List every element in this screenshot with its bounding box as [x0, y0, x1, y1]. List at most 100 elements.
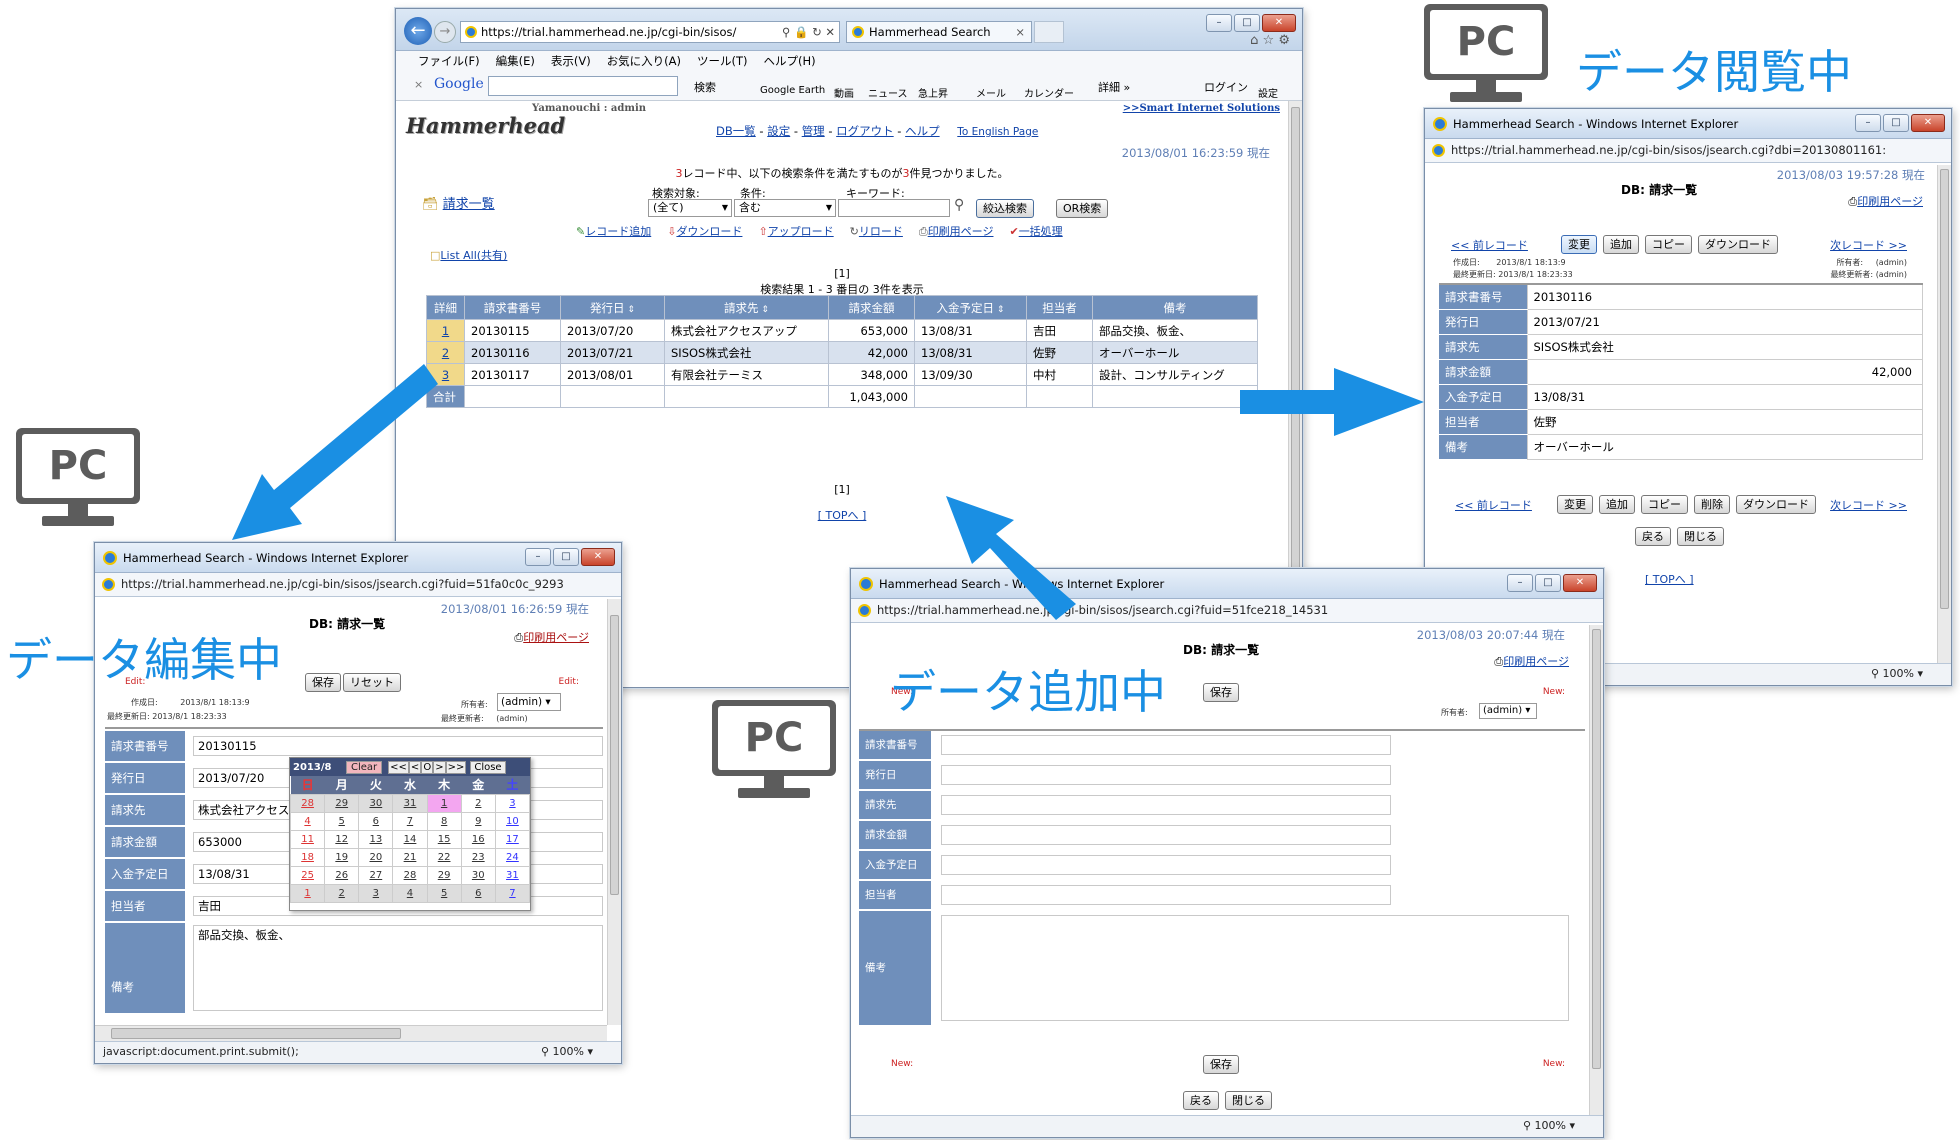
calendar-day[interactable]: 13 — [358, 829, 394, 849]
smart-solutions-link[interactable]: >>Smart Internet Solutions — [1123, 103, 1280, 114]
menu-file[interactable]: ファイル(F) — [418, 51, 480, 71]
change-button[interactable]: 変更 — [1561, 235, 1597, 254]
edit-hscrollbar[interactable] — [95, 1025, 607, 1041]
top-link[interactable]: [ TOPへ ] — [396, 507, 1288, 523]
list-all-link[interactable]: □List All(共有) — [430, 247, 507, 263]
toolbar-calendar[interactable]: カレンダー — [1024, 85, 1074, 100]
staff-input[interactable] — [941, 885, 1391, 905]
calendar-day[interactable]: 18 — [289, 847, 326, 867]
upload-action[interactable]: ⇧アップロード — [758, 223, 833, 239]
calendar-day[interactable]: 19 — [324, 847, 360, 867]
toolbar-more[interactable]: 詳細 » — [1098, 79, 1130, 95]
address-bar[interactable]: https://trial.hammerhead.ne.jp/cgi-bin/s… — [460, 21, 840, 43]
menu-favorites[interactable]: お気に入り(A) — [607, 51, 681, 71]
calendar-day[interactable]: 17 — [494, 829, 531, 849]
search-icon[interactable]: ⚲ — [954, 197, 964, 213]
download-button[interactable]: ダウンロード — [1736, 495, 1816, 514]
calendar-day[interactable]: 2 — [324, 883, 360, 903]
add-save-button[interactable]: 保存 — [1203, 683, 1239, 702]
db-title[interactable]: 🗃 請求一覧 — [422, 193, 495, 212]
calendar-day-today[interactable]: 1 — [426, 793, 462, 813]
calendar-day[interactable]: 1 — [289, 883, 326, 903]
delete-button[interactable]: 削除 — [1694, 495, 1730, 514]
add-scrollbar[interactable] — [1589, 625, 1603, 1115]
view-print-link[interactable]: ⎙印刷用ページ — [1848, 193, 1923, 209]
maximize-button[interactable]: □ — [553, 548, 579, 566]
calendar-day[interactable]: 28 — [289, 793, 326, 813]
calendar-day[interactable]: 4 — [392, 883, 428, 903]
back-button[interactable]: ← — [404, 17, 432, 45]
calendar-day[interactable]: 29 — [324, 793, 360, 813]
calendar-day[interactable]: 3 — [494, 793, 531, 813]
invoice-no-input[interactable]: 20130115 — [193, 736, 603, 756]
keyword-input[interactable] — [838, 199, 950, 217]
minimize-button[interactable]: – — [1507, 574, 1533, 592]
reload-action[interactable]: ↻リロード — [850, 223, 903, 239]
menu-edit[interactable]: 編集(E) — [496, 51, 535, 71]
detail-link[interactable]: 1 — [426, 319, 465, 342]
calendar-day[interactable]: 30 — [460, 865, 496, 885]
calendar-day[interactable]: 10 — [494, 811, 531, 831]
back-button[interactable]: 戻る — [1635, 527, 1671, 546]
toolbar-mail[interactable]: メール — [976, 85, 1006, 100]
browser-tab[interactable]: Hammerhead Search × — [846, 21, 1032, 43]
calendar-day[interactable]: 5 — [324, 811, 360, 831]
issue-date-input[interactable] — [941, 765, 1391, 785]
address-tools-icon[interactable]: ⚲ 🔒 ↻ ✕ — [782, 22, 835, 42]
calendar-day[interactable]: 11 — [289, 829, 326, 849]
prev-record-link[interactable]: << 前レコード — [1451, 237, 1528, 253]
add-print-link[interactable]: ⎙印刷用ページ — [1494, 653, 1569, 669]
calendar-day[interactable]: 20 — [358, 847, 394, 867]
invoice-no-input[interactable] — [941, 735, 1391, 755]
search-target-select[interactable]: (全て) ▼ — [648, 199, 732, 217]
calendar-day[interactable]: 29 — [426, 865, 462, 885]
edit-scrollbar[interactable] — [607, 599, 621, 1025]
calendar-clear-button[interactable]: Clear — [346, 760, 383, 774]
home-star-gear-icons[interactable]: ⌂ ☆ ⚙ — [1250, 33, 1290, 48]
payment-date-input[interactable] — [941, 855, 1391, 875]
col-notes[interactable]: 備考 — [1092, 295, 1258, 320]
english-page-link[interactable]: To English Page — [957, 126, 1038, 138]
toolbar-settings[interactable]: 設定 — [1258, 85, 1278, 100]
toolbar-video[interactable]: 動画 — [834, 85, 854, 100]
calendar-day[interactable]: 27 — [358, 865, 394, 885]
calendar-day[interactable]: 15 — [426, 829, 462, 849]
calendar-today[interactable]: O — [421, 760, 434, 774]
edit-owner-select[interactable]: (admin) ▾ — [497, 693, 561, 711]
edit-address-bar[interactable]: https://trial.hammerhead.ne.jp/cgi-bin/s… — [95, 573, 621, 597]
menu-tools[interactable]: ツール(T) — [697, 51, 748, 71]
col-amount[interactable]: 請求金額 — [828, 295, 915, 320]
prev-record-link-bottom[interactable]: << 前レコード — [1455, 497, 1532, 513]
condition-select[interactable]: 含む ▼ — [734, 199, 836, 217]
toolbar-google-earth[interactable]: Google Earth — [760, 85, 825, 96]
nav-db-list[interactable]: DB一覧 — [716, 124, 756, 138]
calendar-day[interactable]: 14 — [392, 829, 428, 849]
edit-save-button[interactable]: 保存 — [305, 673, 341, 692]
calendar-day[interactable]: 6 — [358, 811, 394, 831]
calendar-day[interactable]: 28 — [392, 865, 428, 885]
zoom-level[interactable]: ⚲ 100% ▾ — [1523, 1116, 1575, 1136]
view-top-link[interactable]: [ TOPへ ] — [1645, 571, 1694, 587]
calendar-day[interactable]: 8 — [426, 811, 462, 831]
change-button[interactable]: 変更 — [1557, 495, 1593, 514]
calendar-day[interactable]: 3 — [358, 883, 394, 903]
billing-to-input[interactable] — [941, 795, 1391, 815]
calendar-day[interactable]: 23 — [460, 847, 496, 867]
tab-close-icon[interactable]: × — [1015, 22, 1025, 42]
maximize-button[interactable]: □ — [1234, 14, 1260, 32]
detail-link[interactable]: 2 — [426, 341, 465, 364]
toolbar-search[interactable]: 検索 — [694, 79, 716, 95]
nav-logout[interactable]: ログアウト — [836, 124, 894, 138]
close-button[interactable]: ✕ — [1563, 574, 1597, 592]
calendar-day[interactable]: 4 — [289, 811, 326, 831]
add-owner-select[interactable]: (admin) ▾ — [1479, 703, 1537, 719]
notes-textarea[interactable] — [941, 915, 1569, 1021]
copy-button[interactable]: コピー — [1645, 235, 1692, 254]
calendar-day[interactable]: 7 — [392, 811, 428, 831]
new-tab-button[interactable] — [1034, 21, 1064, 43]
calendar-day[interactable]: 2 — [460, 793, 496, 813]
calendar-prev-month[interactable]: < — [408, 760, 422, 774]
download-action[interactable]: ⇩ダウンロード — [667, 223, 742, 239]
menu-view[interactable]: 表示(V) — [551, 51, 591, 71]
calendar-day[interactable]: 6 — [460, 883, 496, 903]
